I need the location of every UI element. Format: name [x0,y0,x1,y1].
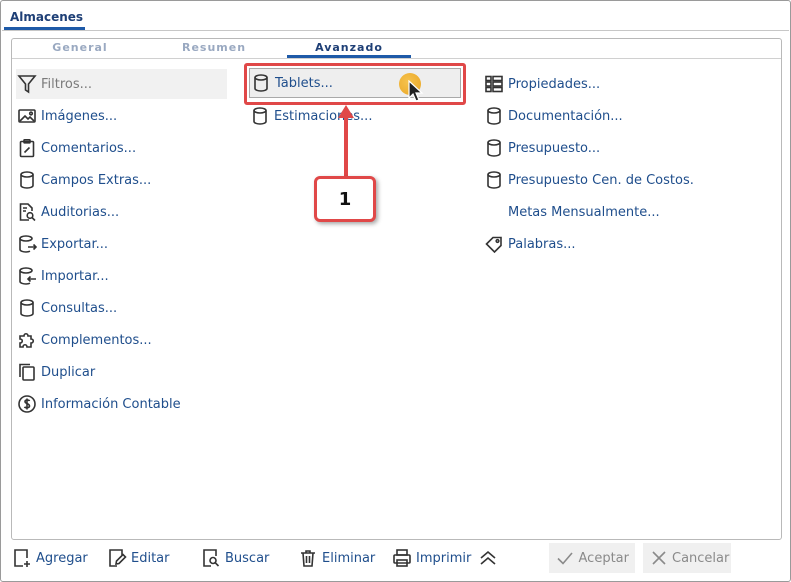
editar-label: Editar [131,550,170,566]
cancelar-label: Cancelar [672,550,730,566]
database-import-icon [16,265,38,287]
tab-general[interactable]: General [28,40,132,58]
menu-item-label: Comentarios... [41,140,137,156]
eliminar-button[interactable]: Eliminar [297,543,375,573]
menu-item-label: Imágenes... [41,108,118,124]
menu-item-label: Información Contable [41,396,181,412]
menu-item-label: Documentación... [508,108,623,124]
imprimir-button[interactable]: Imprimir [391,543,471,573]
menu-item-label: Metas Mensualmente... [508,204,660,220]
database-icon [16,297,38,319]
menu-item-filtros[interactable]: Filtros... [16,69,227,99]
imprimir-label: Imprimir [416,550,472,566]
menu-item-label: Duplicar [41,364,96,380]
agregar-button[interactable]: Agregar [11,543,88,573]
database-icon [249,105,271,127]
menu-item-label: Filtros... [41,76,93,92]
dollar-icon [16,393,38,415]
aceptar-button[interactable]: Aceptar [549,543,635,573]
copy-icon [16,361,38,383]
menu-item-label: Presupuesto... [508,140,601,156]
chevron-double-up-icon [477,547,499,569]
clipboard-edit-icon [16,137,38,159]
highlight-box [244,63,466,105]
database-export-icon [16,233,38,255]
step-callout: 1 [314,176,376,222]
trash-icon [297,547,319,569]
printer-icon [391,547,413,569]
menu-item-metas-mensualmente[interactable]: Metas Mensualmente... [483,197,660,227]
menu-item-importar[interactable]: Importar... [16,261,109,291]
cancelar-button[interactable]: Cancelar [643,543,731,573]
menu-item-complementos[interactable]: Complementos... [16,325,152,355]
filter-icon [16,73,38,95]
menu-item-exportar[interactable]: Exportar... [16,229,108,259]
menu-item-imagenes[interactable]: Imágenes... [16,101,117,131]
menu-item-documentacion[interactable]: Documentación... [483,101,623,131]
tag-icon [483,233,505,255]
database-icon [483,105,505,127]
collapse-button[interactable] [477,543,502,573]
menu-item-label: Exportar... [41,236,109,252]
top-divider [2,30,789,31]
menu-item-presupuesto-cen-costos[interactable]: Presupuesto Cen. de Costos. [483,165,694,195]
image-icon [16,105,38,127]
database-icon [483,137,505,159]
buscar-button[interactable]: Buscar [200,543,269,573]
agregar-label: Agregar [36,550,88,566]
menu-item-comentarios[interactable]: Comentarios... [16,133,136,163]
menu-item-label: Importar... [41,268,109,284]
menu-item-presupuesto[interactable]: Presupuesto... [483,133,600,163]
menu-item-palabras[interactable]: Palabras... [483,229,576,259]
menu-item-auditorias[interactable]: Auditorias... [16,197,119,227]
tab-resumen[interactable]: Resumen [162,40,266,58]
document-search-icon [16,201,38,223]
edit-icon [106,547,128,569]
puzzle-icon [16,329,38,351]
menu-item-label: Campos Extras... [41,172,152,188]
eliminar-label: Eliminar [322,550,376,566]
blank-icon [483,201,505,223]
menu-item-label: Complementos... [41,332,152,348]
menu-item-duplicar[interactable]: Duplicar [16,357,95,387]
content-panel: General Resumen Avanzado [11,38,782,540]
check-icon [555,547,576,569]
menu-item-propiedades[interactable]: Propiedades... [483,69,600,99]
buscar-label: Buscar [225,550,270,566]
menu-item-label: Auditorias... [41,204,120,220]
annotation-arrow [344,116,348,178]
database-icon [483,169,505,191]
database-icon [16,169,38,191]
menu-item-label: Propiedades... [508,76,601,92]
editar-button[interactable]: Editar [106,543,170,573]
menu-item-label: Palabras... [508,236,576,252]
menu-item-informacion-contable[interactable]: Información Contable [16,389,181,419]
menu-item-consultas[interactable]: Consultas... [16,293,117,323]
close-icon [649,547,669,569]
mouse-cursor-icon [408,80,424,102]
search-icon [200,547,222,569]
aceptar-label: Aceptar [578,550,629,566]
menu-item-label: Presupuesto Cen. de Costos. [508,172,694,188]
menu-item-campos-extras[interactable]: Campos Extras... [16,165,151,195]
menu-item-label: Estimaciones... [274,108,373,124]
properties-grid-icon [483,73,505,95]
menu-item-label: Consultas... [41,300,118,316]
add-document-icon [11,547,33,569]
subtab-divider [12,58,781,59]
